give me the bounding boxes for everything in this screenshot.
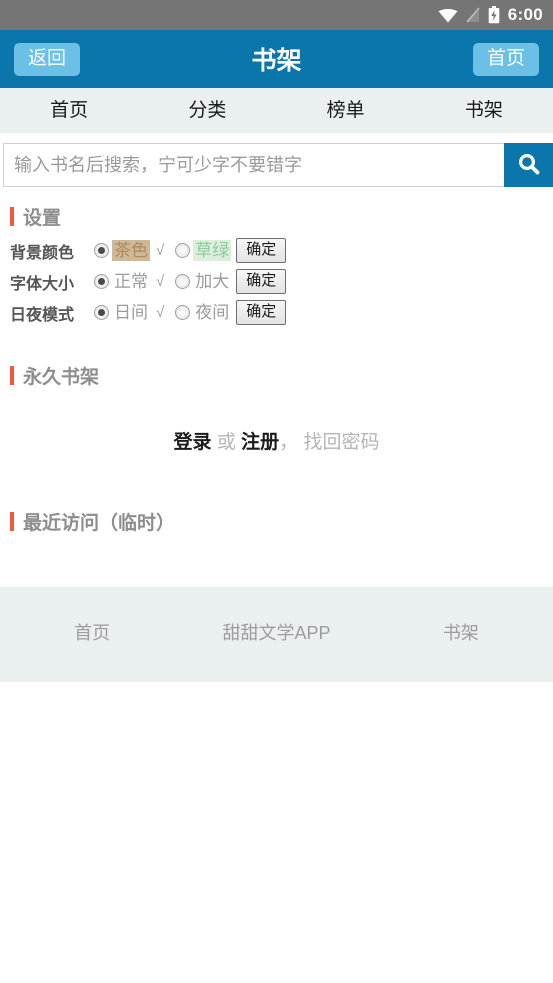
confirm-background-color-button[interactable]: 确定 bbox=[236, 237, 287, 264]
radio-font-normal[interactable] bbox=[94, 274, 109, 289]
radio-mode-day[interactable] bbox=[94, 305, 109, 320]
confirm-day-night-button[interactable]: 确定 bbox=[236, 299, 287, 326]
footer-link-bookshelf[interactable]: 书架 bbox=[369, 619, 553, 645]
settings-section-header: 设置 bbox=[0, 203, 553, 230]
settings-list: 背景颜色 茶色 √ 草绿 确定 字体大小 正常 √ 加大 确定 日夜模式 日间 … bbox=[0, 235, 553, 328]
tab-home[interactable]: 首页 bbox=[0, 101, 138, 120]
login-link[interactable]: 登录 bbox=[174, 432, 212, 453]
app-bar: 返回 书架 首页 bbox=[0, 30, 553, 88]
status-bar-clock: 6:00 bbox=[507, 5, 543, 24]
checkmark-icon: √ bbox=[156, 242, 165, 259]
tab-bar: 首页 分类 榜单 书架 bbox=[0, 88, 553, 134]
checkmark-icon: √ bbox=[156, 304, 165, 321]
section-marker-icon bbox=[10, 366, 14, 385]
radio-background-brown[interactable] bbox=[94, 243, 109, 258]
setting-row-day-night-mode: 日夜模式 日间 √ 夜间 确定 bbox=[10, 297, 553, 328]
tab-ranking[interactable]: 榜单 bbox=[277, 101, 415, 120]
recent-list-empty bbox=[0, 535, 553, 587]
permanent-shelf-section-header: 永久书架 bbox=[0, 362, 553, 389]
or-label: 或 bbox=[216, 432, 236, 453]
recent-section-title: 最近访问（临时） bbox=[23, 513, 176, 534]
search-input[interactable] bbox=[3, 143, 504, 187]
radio-background-green[interactable] bbox=[175, 243, 191, 258]
option-label-brown[interactable]: 茶色 bbox=[112, 239, 150, 262]
section-marker-icon bbox=[10, 512, 14, 531]
search-button[interactable] bbox=[504, 143, 553, 187]
setting-label: 背景颜色 bbox=[10, 244, 75, 262]
comma-separator: ， bbox=[279, 432, 299, 453]
footer-nav: 首页 甜甜文学APP 书架 bbox=[0, 587, 553, 682]
tab-bookshelf[interactable]: 书架 bbox=[415, 101, 553, 120]
option-label-day[interactable]: 日间 bbox=[112, 302, 150, 324]
confirm-font-size-button[interactable]: 确定 bbox=[236, 268, 287, 295]
checkmark-icon: √ bbox=[156, 273, 165, 290]
setting-row-font-size: 字体大小 正常 √ 加大 确定 bbox=[10, 266, 553, 297]
setting-row-background-color: 背景颜色 茶色 √ 草绿 确定 bbox=[10, 235, 553, 266]
wifi-icon bbox=[438, 8, 458, 23]
radio-font-large[interactable] bbox=[175, 274, 191, 289]
account-actions: 登录 或 注册， 找回密码 bbox=[0, 427, 553, 454]
battery-charging-icon bbox=[488, 6, 500, 24]
search-icon bbox=[516, 151, 542, 180]
page-root: 6:00 返回 书架 首页 首页 分类 榜单 书架 设置 背 bbox=[0, 0, 553, 983]
footer-link-home[interactable]: 首页 bbox=[0, 619, 184, 645]
tab-category[interactable]: 分类 bbox=[138, 101, 276, 120]
home-button[interactable]: 首页 bbox=[472, 42, 539, 76]
page-blank-area bbox=[0, 682, 553, 983]
option-label-normal[interactable]: 正常 bbox=[112, 271, 150, 293]
recent-section-header: 最近访问（临时） bbox=[0, 508, 553, 535]
forgot-password-link[interactable]: 找回密码 bbox=[303, 432, 379, 453]
search-bar bbox=[0, 134, 553, 187]
permanent-shelf-section-title: 永久书架 bbox=[23, 367, 100, 388]
register-link[interactable]: 注册 bbox=[241, 432, 279, 453]
status-bar: 6:00 bbox=[0, 0, 553, 30]
option-label-green[interactable]: 草绿 bbox=[193, 239, 232, 262]
section-marker-icon bbox=[10, 207, 14, 226]
settings-section-title: 设置 bbox=[23, 208, 62, 229]
option-label-night[interactable]: 夜间 bbox=[193, 302, 231, 324]
back-button[interactable]: 返回 bbox=[14, 42, 81, 76]
radio-mode-night[interactable] bbox=[175, 305, 191, 320]
setting-label: 日夜模式 bbox=[10, 306, 75, 324]
setting-label: 字体大小 bbox=[10, 275, 75, 293]
no-signal-icon bbox=[466, 7, 480, 23]
page-title: 书架 bbox=[251, 47, 302, 75]
footer-link-app[interactable]: 甜甜文学APP bbox=[184, 619, 368, 645]
option-label-large[interactable]: 加大 bbox=[193, 271, 231, 293]
